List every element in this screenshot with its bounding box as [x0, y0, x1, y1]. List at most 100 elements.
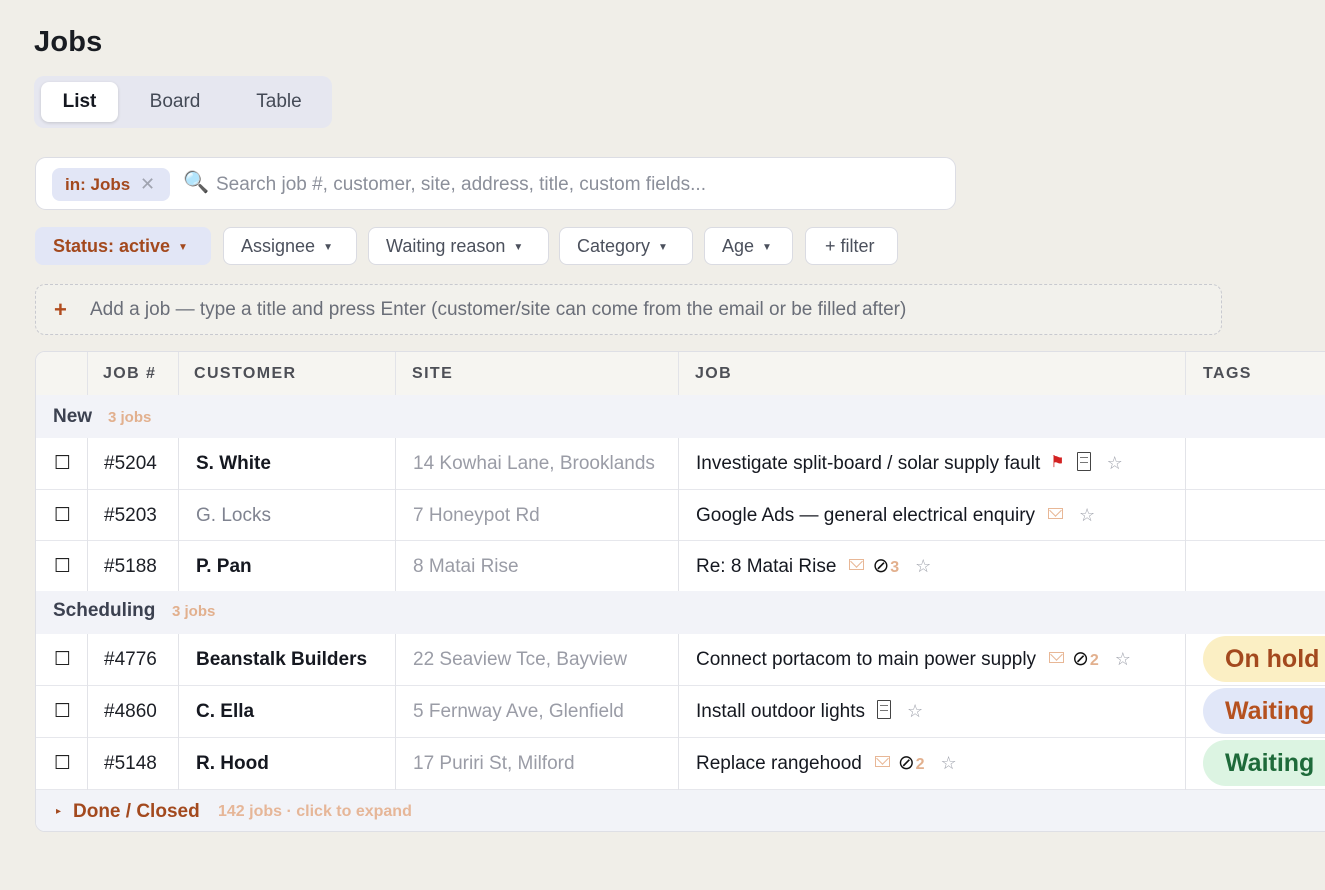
- site-address: 5 Fernway Ave, Glenfield: [413, 701, 624, 722]
- site-address: 17 Puriri St, Milford: [413, 753, 575, 774]
- star-icon[interactable]: ☆: [1115, 649, 1131, 669]
- group-count: 3 jobs: [172, 603, 216, 620]
- star-icon[interactable]: ☆: [1079, 505, 1095, 525]
- customer-name[interactable]: G. Locks: [196, 490, 271, 541]
- mail-icon: [849, 559, 865, 571]
- assignee-filter[interactable]: Assignee ▼: [223, 227, 357, 265]
- add-job-input[interactable]: [88, 292, 1192, 328]
- scope-chip-label: in: Jobs: [65, 175, 131, 194]
- tab-board[interactable]: Board: [132, 82, 218, 122]
- row-checkbox[interactable]: ☐: [54, 490, 71, 541]
- job-title-cell[interactable]: Re: 8 Matai Rise ⊘3 ☆: [696, 541, 931, 592]
- plus-icon: +: [54, 297, 67, 322]
- table-row[interactable]: ☐ #4860 C. Ella 5 Fernway Ave, Glenfield…: [36, 686, 1325, 738]
- job-title: Replace rangehood: [696, 753, 862, 774]
- status-tag[interactable]: Waiting: [1203, 688, 1325, 734]
- job-title-cell[interactable]: Google Ads — general electrical enquiry ☆: [696, 490, 1095, 541]
- document-icon: [1076, 452, 1091, 472]
- header-customer[interactable]: CUSTOMER: [194, 352, 296, 395]
- paperclip-icon: ⊘: [1072, 648, 1089, 670]
- done-closed-toggle[interactable]: Done / Closed: [73, 790, 200, 831]
- flag-icon: ⚑: [1050, 454, 1065, 471]
- group-count: 3 jobs: [108, 409, 152, 426]
- row-checkbox[interactable]: ☐: [54, 541, 71, 592]
- document-icon: [877, 700, 891, 720]
- close-icon[interactable]: ✕: [140, 168, 155, 201]
- group-header-new[interactable]: New 3 jobs: [36, 395, 1325, 439]
- job-title-cell[interactable]: Replace rangehood ⊘2 ☆: [696, 738, 957, 789]
- customer-name[interactable]: S. White: [196, 438, 271, 489]
- table-row[interactable]: ☐ #5204 S. White 14 Kowhai Lane, Brookla…: [36, 438, 1325, 490]
- customer-name[interactable]: P. Pan: [196, 541, 252, 592]
- job-title: Investigate split-board / solar supply f…: [696, 453, 1041, 474]
- star-icon[interactable]: ☆: [915, 556, 931, 576]
- age-filter-label: Age: [722, 236, 755, 256]
- divider: [178, 634, 179, 790]
- star-icon[interactable]: ☆: [941, 753, 957, 773]
- header-job-no[interactable]: JOB #: [103, 352, 156, 395]
- header-site[interactable]: SITE: [412, 352, 453, 395]
- table-row[interactable]: ☐ #5188 P. Pan 8 Matai Rise Re: 8 Matai …: [36, 541, 1325, 592]
- caret-down-icon: ▼: [178, 242, 188, 253]
- row-checkbox[interactable]: ☐: [54, 738, 71, 789]
- divider: [395, 438, 396, 591]
- add-filter-label: + filter: [825, 236, 875, 256]
- job-title-cell[interactable]: Install outdoor lights ☆: [696, 686, 923, 737]
- mail-icon: [1049, 652, 1065, 664]
- caret-down-icon: ▼: [658, 242, 668, 253]
- row-checkbox[interactable]: ☐: [54, 634, 71, 685]
- done-closed-group[interactable]: ▸ Done / Closed 142 jobs · click to expa…: [36, 790, 1325, 831]
- age-filter[interactable]: Age ▼: [704, 227, 793, 265]
- header-tags[interactable]: TAGS: [1203, 352, 1252, 395]
- paperclip-icon: ⊘: [897, 752, 915, 774]
- attachment-count: 2: [915, 756, 925, 773]
- add-filter-button[interactable]: + filter: [805, 227, 898, 265]
- divider: [87, 634, 88, 790]
- status-tag[interactable]: Waiting: [1203, 740, 1325, 786]
- row-checkbox[interactable]: ☐: [54, 686, 71, 737]
- job-title-cell[interactable]: Investigate split-board / solar supply f…: [696, 438, 1123, 489]
- job-title: Install outdoor lights: [696, 701, 865, 722]
- status-filter[interactable]: Status: active ▼: [35, 227, 211, 265]
- caret-down-icon: ▼: [513, 242, 524, 253]
- tab-list[interactable]: List: [41, 82, 118, 122]
- site-address: 22 Seaview Tce, Bayview: [413, 649, 628, 670]
- done-count: 142 jobs · click to expand: [218, 803, 412, 820]
- mail-icon: [1048, 508, 1064, 520]
- customer-name[interactable]: C. Ella: [196, 686, 254, 737]
- paperclip-icon: ⊘: [872, 555, 890, 577]
- divider: [395, 634, 396, 790]
- attachment-count: 2: [1089, 652, 1099, 669]
- job-title: Connect portacom to main power supply: [696, 649, 1037, 670]
- category-filter[interactable]: Category ▼: [559, 227, 693, 265]
- attachment-count: 3: [890, 559, 900, 576]
- job-number: #5203: [104, 505, 157, 526]
- caret-right-icon: ▸: [56, 806, 62, 817]
- job-title: Google Ads — general electrical enquiry: [696, 505, 1036, 526]
- group-header-scheduling[interactable]: Scheduling 3 jobs: [36, 591, 1325, 635]
- job-title-cell[interactable]: Connect portacom to main power supply ⊘2 ☆: [696, 634, 1131, 685]
- table-row[interactable]: ☐ #4776 Beanstalk Builders 22 Seaview Tc…: [36, 634, 1325, 686]
- table-row[interactable]: ☐ #5203 G. Locks 7 Honeypot Rd Google Ad…: [36, 490, 1325, 541]
- search-input[interactable]: [214, 166, 938, 204]
- site-address: 7 Honeypot Rd: [413, 505, 540, 526]
- table-row[interactable]: ☐ #5148 R. Hood 17 Puriri St, Milford Re…: [36, 738, 1325, 790]
- customer-name[interactable]: Beanstalk Builders: [196, 634, 367, 685]
- row-checkbox[interactable]: ☐: [54, 438, 71, 489]
- status-tag[interactable]: On hold: [1203, 636, 1325, 682]
- site-address: 8 Matai Rise: [413, 556, 519, 577]
- scope-chip[interactable]: in: Jobs ✕: [52, 168, 170, 201]
- waiting-reason-filter[interactable]: Waiting reason ▼: [368, 227, 549, 265]
- table-header: JOB # CUSTOMER SITE JOB TAGS: [36, 352, 1325, 396]
- header-job[interactable]: JOB: [695, 352, 732, 395]
- star-icon[interactable]: ☆: [907, 701, 923, 721]
- caret-down-icon: ▼: [323, 242, 333, 253]
- star-icon[interactable]: ☆: [1107, 453, 1123, 473]
- customer-name[interactable]: R. Hood: [196, 738, 269, 789]
- caret-down-icon: ▼: [762, 242, 772, 253]
- add-job-bar: +: [35, 284, 1222, 335]
- tab-table[interactable]: Table: [237, 82, 321, 122]
- search-icon: 🔍: [183, 171, 210, 194]
- divider: [678, 438, 679, 591]
- assignee-filter-label: Assignee: [241, 236, 316, 256]
